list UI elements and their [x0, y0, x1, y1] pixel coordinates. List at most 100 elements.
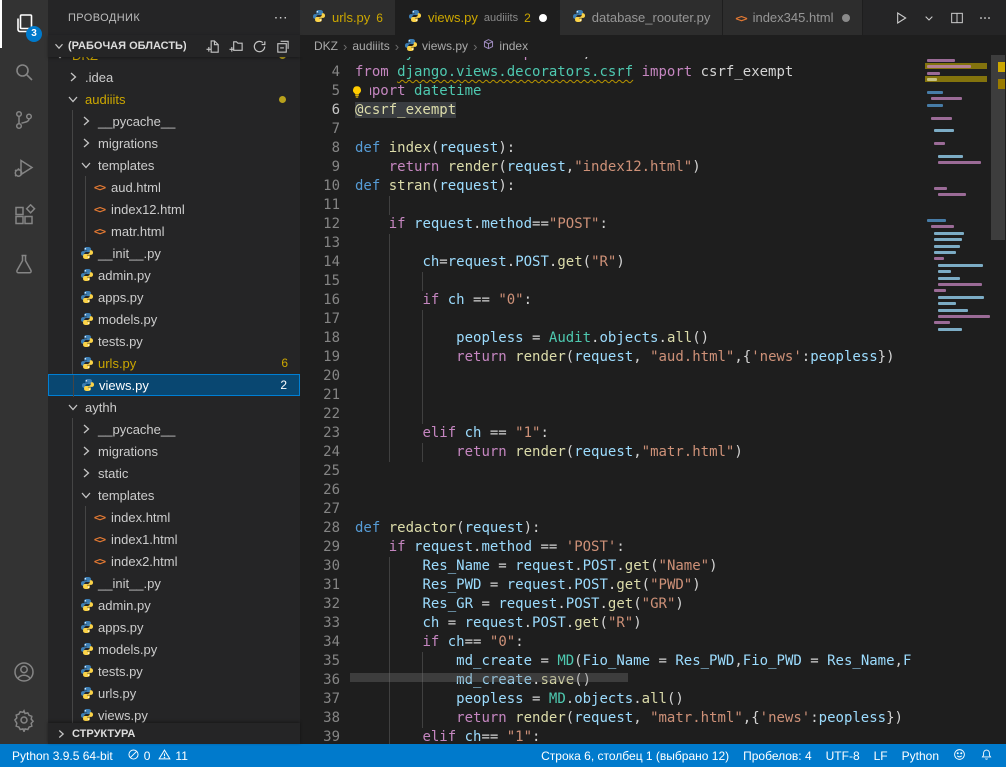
tree-item-tests-py[interactable]: tests.py	[48, 660, 300, 682]
line-number[interactable]: 15	[300, 272, 340, 291]
tree-item-index-html[interactable]: <>index.html	[48, 506, 300, 528]
code-line-12[interactable]: 12if request.method=="POST":	[300, 215, 925, 234]
breadcrumb-item-views-py[interactable]: views.py	[404, 38, 468, 55]
code-line-34[interactable]: 34if ch== "0":	[300, 633, 925, 652]
tab-views-py[interactable]: views.pyaudiiits2	[396, 0, 560, 35]
line-number[interactable]: 7	[300, 120, 340, 139]
tree-item-apps-py[interactable]: apps.py	[48, 286, 300, 308]
status-cursor-position[interactable]: Строка 6, столбец 1 (выбрано 12)	[534, 744, 736, 767]
run-icon[interactable]	[890, 7, 912, 29]
more-actions-icon[interactable]: ⋯	[274, 9, 288, 26]
sidebar-item-source-control[interactable]	[0, 96, 48, 144]
split-editor-icon[interactable]	[946, 7, 968, 29]
lightbulb-icon[interactable]	[350, 83, 370, 100]
line-number[interactable]: 24	[300, 443, 340, 462]
code-line-39[interactable]: 39elif ch== "1":	[300, 728, 925, 744]
code-line-23[interactable]: 23elif ch == "1":	[300, 424, 925, 443]
tree-item-matr-html[interactable]: <>matr.html	[48, 220, 300, 242]
code-line-28[interactable]: 28def redactor(request):	[300, 519, 925, 538]
code-line-33[interactable]: 33ch = request.POST.get("R")	[300, 614, 925, 633]
tree-item-static[interactable]: static	[48, 462, 300, 484]
code-line-8[interactable]: 8def index(request):	[300, 139, 925, 158]
code-line-17[interactable]: 17	[300, 310, 925, 329]
code-line-5[interactable]: 5import datetime	[300, 82, 925, 101]
line-number[interactable]: 9	[300, 158, 340, 177]
tree-item-apps-py[interactable]: apps.py	[48, 616, 300, 638]
tree-item-admin-py[interactable]: admin.py	[48, 264, 300, 286]
sidebar-item-extensions[interactable]	[0, 192, 48, 240]
line-number[interactable]: 29	[300, 538, 340, 557]
code-line-14[interactable]: 14ch=request.POST.get("R")	[300, 253, 925, 272]
tree-item--idea[interactable]: .idea	[48, 66, 300, 88]
line-number[interactable]: 30	[300, 557, 340, 576]
code-line-13[interactable]: 13	[300, 234, 925, 253]
sidebar-item-explorer[interactable]: 3	[0, 0, 48, 48]
sidebar-item-run-debug[interactable]	[0, 144, 48, 192]
line-number[interactable]: 26	[300, 481, 340, 500]
line-number[interactable]: 11	[300, 196, 340, 215]
line-number[interactable]: 20	[300, 367, 340, 386]
refresh-icon[interactable]	[252, 39, 267, 54]
code-line-6[interactable]: 6@csrf_exempt	[300, 101, 925, 120]
tree-item-views-py[interactable]: views.py2	[48, 374, 300, 396]
code-line-4[interactable]: 4from django.views.decorators.csrf impor…	[300, 63, 925, 82]
code-line-22[interactable]: 22	[300, 405, 925, 424]
line-number[interactable]: 25	[300, 462, 340, 481]
code-line-7[interactable]: 7	[300, 120, 925, 139]
line-number[interactable]: 39	[300, 728, 340, 744]
tree-item-admin-py[interactable]: admin.py	[48, 594, 300, 616]
status-feedback[interactable]	[946, 744, 973, 767]
code-line-31[interactable]: 31Res_PWD = request.POST.get("PWD")	[300, 576, 925, 595]
status-eol[interactable]: LF	[867, 744, 895, 767]
tree-item-aud-html[interactable]: <>aud.html	[48, 176, 300, 198]
breadcrumb-item-audiiits[interactable]: audiiits	[352, 39, 389, 53]
line-number[interactable]: 38	[300, 709, 340, 728]
tree-item-migrations[interactable]: migrations	[48, 132, 300, 154]
line-number[interactable]: 14	[300, 253, 340, 272]
tree-item-index1-html[interactable]: <>index1.html	[48, 528, 300, 550]
tree-item-audiiits[interactable]: audiiits	[48, 88, 300, 110]
tree-item--pycache-[interactable]: __pycache__	[48, 418, 300, 440]
tree-item--init-py[interactable]: __init__.py	[48, 572, 300, 594]
new-folder-icon[interactable]	[229, 39, 244, 54]
line-number[interactable]: 34	[300, 633, 340, 652]
tree-item-migrations[interactable]: migrations	[48, 440, 300, 462]
tree-item-urls-py[interactable]: urls.py6	[48, 352, 300, 374]
tree-item-templates[interactable]: templates	[48, 154, 300, 176]
line-number[interactable]: 28	[300, 519, 340, 538]
horizontal-scrollbar[interactable]	[350, 673, 628, 682]
code-line-30[interactable]: 30Res_Name = request.POST.get("Name")	[300, 557, 925, 576]
line-number[interactable]: 16	[300, 291, 340, 310]
line-number[interactable]: 36	[300, 671, 340, 690]
status-language-mode[interactable]: Python	[895, 744, 946, 767]
line-number[interactable]: 8	[300, 139, 340, 158]
line-number[interactable]: 12	[300, 215, 340, 234]
line-number[interactable]: 35	[300, 652, 340, 671]
line-number[interactable]: 21	[300, 386, 340, 405]
line-number[interactable]: 22	[300, 405, 340, 424]
code-line-19[interactable]: 19return render(request, "aud.html",{'ne…	[300, 348, 925, 367]
code-line-20[interactable]: 20	[300, 367, 925, 386]
code-line-18[interactable]: 18peopless = Audit.objects.all()	[300, 329, 925, 348]
code-line-11[interactable]: 11	[300, 196, 925, 215]
status-indentation[interactable]: Пробелов: 4	[736, 744, 819, 767]
workspace-section-header[interactable]: (РАБОЧАЯ ОБЛАСТЬ) ...	[48, 35, 300, 57]
status-encoding[interactable]: UTF-8	[819, 744, 867, 767]
tree-item-urls-py[interactable]: urls.py	[48, 682, 300, 704]
line-number[interactable]: 23	[300, 424, 340, 443]
sidebar-item-testing[interactable]	[0, 240, 48, 288]
code-line-16[interactable]: 16if ch == "0":	[300, 291, 925, 310]
line-number[interactable]: 37	[300, 690, 340, 709]
tree-item-index12-html[interactable]: <>index12.html	[48, 198, 300, 220]
line-number[interactable]: 18	[300, 329, 340, 348]
line-number[interactable]: 32	[300, 595, 340, 614]
tree-item-templates[interactable]: templates	[48, 484, 300, 506]
code-line-35[interactable]: 35md_create = MD(Fio_Name = Res_PWD,Fio_…	[300, 652, 925, 671]
line-number[interactable]: 27	[300, 500, 340, 519]
collapse-all-icon[interactable]	[275, 39, 290, 54]
code-line-9[interactable]: 9return render(request,"index12.html")	[300, 158, 925, 177]
code-line-27[interactable]: 27	[300, 500, 925, 519]
tree-item-aythh[interactable]: aythh	[48, 396, 300, 418]
line-number[interactable]: 6	[300, 101, 340, 120]
line-number[interactable]: 31	[300, 576, 340, 595]
